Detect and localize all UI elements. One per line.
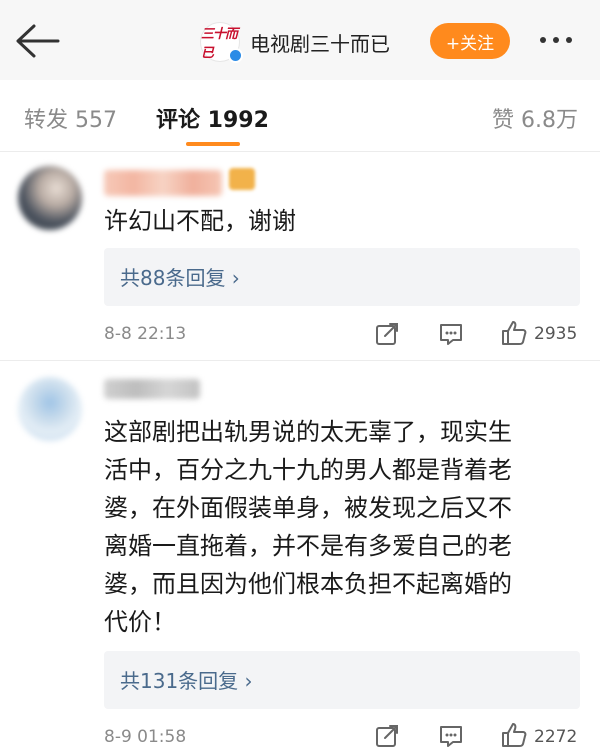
repost-icon[interactable] — [374, 723, 400, 753]
comment-text: 这部剧把出轨男说的太无辜了，现实生 活中，百分之九十九的男人都是背着老 婆，在外… — [104, 418, 512, 636]
follow-button[interactable]: +关注 — [430, 23, 510, 59]
comment-item: 许幻山不配，谢谢 共88条回复 › 8-8 22:13 2935 — [0, 152, 600, 360]
like-icon[interactable] — [500, 319, 528, 351]
tab-comments[interactable]: 评论 1992 — [156, 102, 269, 134]
comment-date: 8-8 22:13 — [104, 324, 187, 344]
more-options-icon[interactable] — [540, 37, 572, 43]
repost-icon[interactable] — [374, 321, 400, 351]
replies-link[interactable]: 共88条回复 › — [104, 248, 580, 306]
tab-likes[interactable]: 赞 6.8万 — [492, 102, 578, 134]
avatar[interactable] — [18, 166, 82, 230]
account-logo[interactable]: 三十而已 — [200, 22, 243, 63]
account-name[interactable]: 电视剧三十而已 — [250, 28, 390, 57]
username-redacted[interactable] — [104, 170, 222, 196]
replies-link[interactable]: 共131条回复 › — [104, 651, 580, 709]
like-icon[interactable] — [500, 721, 528, 753]
tab-bar: 转发 557 评论 1992 赞 6.8万 — [0, 80, 600, 152]
comment-icon[interactable] — [438, 321, 464, 351]
active-tab-indicator — [186, 142, 240, 146]
username-redacted[interactable] — [104, 379, 200, 399]
account-header[interactable]: 三十而已 电视剧三十而已 — [200, 22, 390, 63]
comment-date: 8-9 01:58 — [104, 727, 187, 747]
avatar[interactable] — [18, 377, 82, 441]
tab-repost[interactable]: 转发 557 — [24, 102, 117, 134]
replies-label: 共131条回复 › — [120, 669, 253, 693]
verified-badge-icon — [228, 48, 243, 63]
comment-item: 这部剧把出轨男说的太无辜了，现实生 活中，百分之九十九的男人都是背着老 婆，在外… — [0, 361, 600, 755]
like-count: 2272 — [534, 727, 578, 747]
member-badge-icon — [229, 168, 255, 190]
replies-label: 共88条回复 › — [120, 266, 240, 290]
top-bar: 三十而已 电视剧三十而已 +关注 — [0, 0, 600, 80]
like-count: 2935 — [534, 324, 578, 344]
back-arrow-icon[interactable] — [14, 22, 60, 60]
comment-icon[interactable] — [438, 723, 464, 753]
comment-text: 许幻山不配，谢谢 — [104, 207, 296, 235]
